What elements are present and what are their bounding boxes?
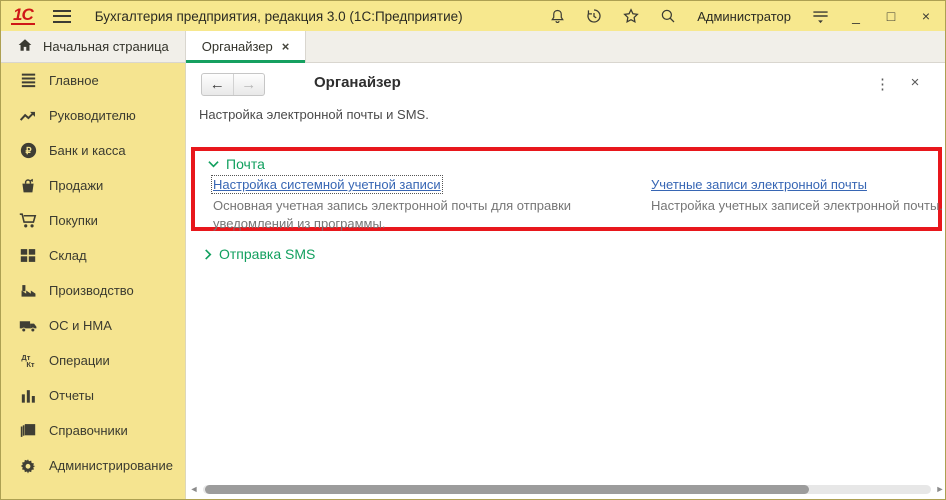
bar-chart-icon bbox=[17, 386, 39, 406]
gear-icon bbox=[17, 456, 39, 476]
page-title: Органайзер bbox=[314, 74, 401, 91]
forward-button[interactable]: → bbox=[234, 74, 265, 95]
search-icon[interactable] bbox=[658, 6, 678, 26]
sidebar-item-sales[interactable]: Продажи bbox=[1, 168, 185, 203]
app-window: 1С Бухгалтерия предприятия, редакция 3.0… bbox=[0, 0, 946, 500]
panel-close-icon[interactable]: × bbox=[907, 74, 923, 91]
scrollbar-track[interactable] bbox=[203, 485, 931, 494]
menu-lines-icon bbox=[17, 71, 39, 91]
sidebar: Главное Руководителю ₽ Банк и касса Прод… bbox=[1, 63, 186, 500]
sidebar-item-production[interactable]: Производство bbox=[1, 273, 185, 308]
chevron-right-icon bbox=[204, 249, 212, 260]
nav-button-group: ← → bbox=[201, 73, 265, 96]
notifications-bell-icon[interactable] bbox=[547, 6, 567, 26]
section-mail-header[interactable]: Почта bbox=[208, 156, 265, 172]
current-user[interactable]: Администратор bbox=[697, 9, 791, 24]
mail-section-highlight: Почта Настройка системной учетной записи… bbox=[191, 147, 942, 231]
scrollbar-thumb[interactable] bbox=[205, 485, 809, 494]
ruble-coin-icon: ₽ bbox=[17, 141, 39, 161]
scroll-left-icon[interactable]: ◄ bbox=[187, 484, 201, 494]
tab-organizer[interactable]: Органайзер × bbox=[186, 31, 307, 62]
sidebar-item-bank-cash[interactable]: ₽ Банк и касса bbox=[1, 133, 185, 168]
tab-close-icon[interactable]: × bbox=[282, 39, 290, 54]
service-settings-icon[interactable] bbox=[810, 6, 830, 26]
sidebar-item-main[interactable]: Главное bbox=[1, 63, 185, 98]
svg-text:₽: ₽ bbox=[25, 146, 31, 156]
section-mail-title: Почта bbox=[226, 156, 265, 172]
window-title: Бухгалтерия предприятия, редакция 3.0 (1… bbox=[95, 9, 463, 24]
more-menu-icon[interactable]: ⋮ bbox=[874, 75, 890, 93]
page-subtitle: Настройка электронной почты и SMS. bbox=[199, 107, 429, 122]
sidebar-item-manager[interactable]: Руководителю bbox=[1, 98, 185, 133]
sidebar-item-reports[interactable]: Отчеты bbox=[1, 378, 185, 413]
horizontal-scrollbar: ◄ ► bbox=[187, 482, 946, 496]
tab-home-label: Начальная страница bbox=[43, 39, 169, 54]
books-icon bbox=[17, 421, 39, 441]
link-system-account-description: Основная учетная запись электронной почт… bbox=[213, 197, 613, 233]
mail-link-block: Настройка системной учетной записи Основ… bbox=[213, 177, 613, 233]
1c-logo: 1С bbox=[11, 7, 35, 25]
section-sms-header[interactable]: Отправка SMS bbox=[204, 246, 315, 262]
trend-chart-icon bbox=[17, 106, 39, 126]
scroll-right-icon[interactable]: ► bbox=[933, 484, 946, 494]
close-button[interactable]: × bbox=[917, 7, 935, 25]
sidebar-item-operations[interactable]: ДтКт Операции bbox=[1, 343, 185, 378]
minimize-button[interactable]: _ bbox=[847, 7, 865, 25]
content-panel: ← → Органайзер ⋮ × Настройка электронной… bbox=[187, 63, 946, 500]
main-menu-icon[interactable] bbox=[53, 10, 71, 23]
shopping-cart-icon bbox=[17, 211, 39, 231]
factory-icon bbox=[17, 281, 39, 301]
chevron-down-icon bbox=[208, 160, 219, 168]
truck-icon bbox=[17, 316, 39, 336]
shopping-bag-icon bbox=[17, 176, 39, 196]
sidebar-item-administration[interactable]: Администрирование bbox=[1, 448, 185, 483]
tab-home[interactable]: Начальная страница bbox=[1, 31, 186, 62]
debit-credit-icon: ДтКт bbox=[17, 351, 39, 371]
sidebar-item-fixed-assets[interactable]: ОС и НМА bbox=[1, 308, 185, 343]
grid-blocks-icon bbox=[17, 246, 39, 266]
history-icon[interactable] bbox=[584, 6, 604, 26]
tab-bar: Начальная страница Органайзер × bbox=[1, 31, 945, 63]
mail-link-block: Учетные записи электронной почты Настрой… bbox=[651, 177, 943, 215]
back-button[interactable]: ← bbox=[202, 74, 234, 95]
sidebar-item-warehouse[interactable]: Склад bbox=[1, 238, 185, 273]
link-email-accounts[interactable]: Учетные записи электронной почты bbox=[651, 177, 867, 192]
maximize-button[interactable]: □ bbox=[882, 7, 900, 25]
link-system-account[interactable]: Настройка системной учетной записи bbox=[213, 177, 441, 192]
title-bar: 1С Бухгалтерия предприятия, редакция 3.0… bbox=[1, 1, 945, 31]
link-email-accounts-description: Настройка учетных записей электронной по… bbox=[651, 197, 943, 215]
tab-organizer-label: Органайзер bbox=[202, 39, 273, 54]
home-icon bbox=[17, 38, 33, 55]
section-sms-title: Отправка SMS bbox=[219, 246, 315, 262]
favorites-star-icon[interactable] bbox=[621, 6, 641, 26]
sidebar-item-directories[interactable]: Справочники bbox=[1, 413, 185, 448]
sidebar-item-purchases[interactable]: Покупки bbox=[1, 203, 185, 238]
